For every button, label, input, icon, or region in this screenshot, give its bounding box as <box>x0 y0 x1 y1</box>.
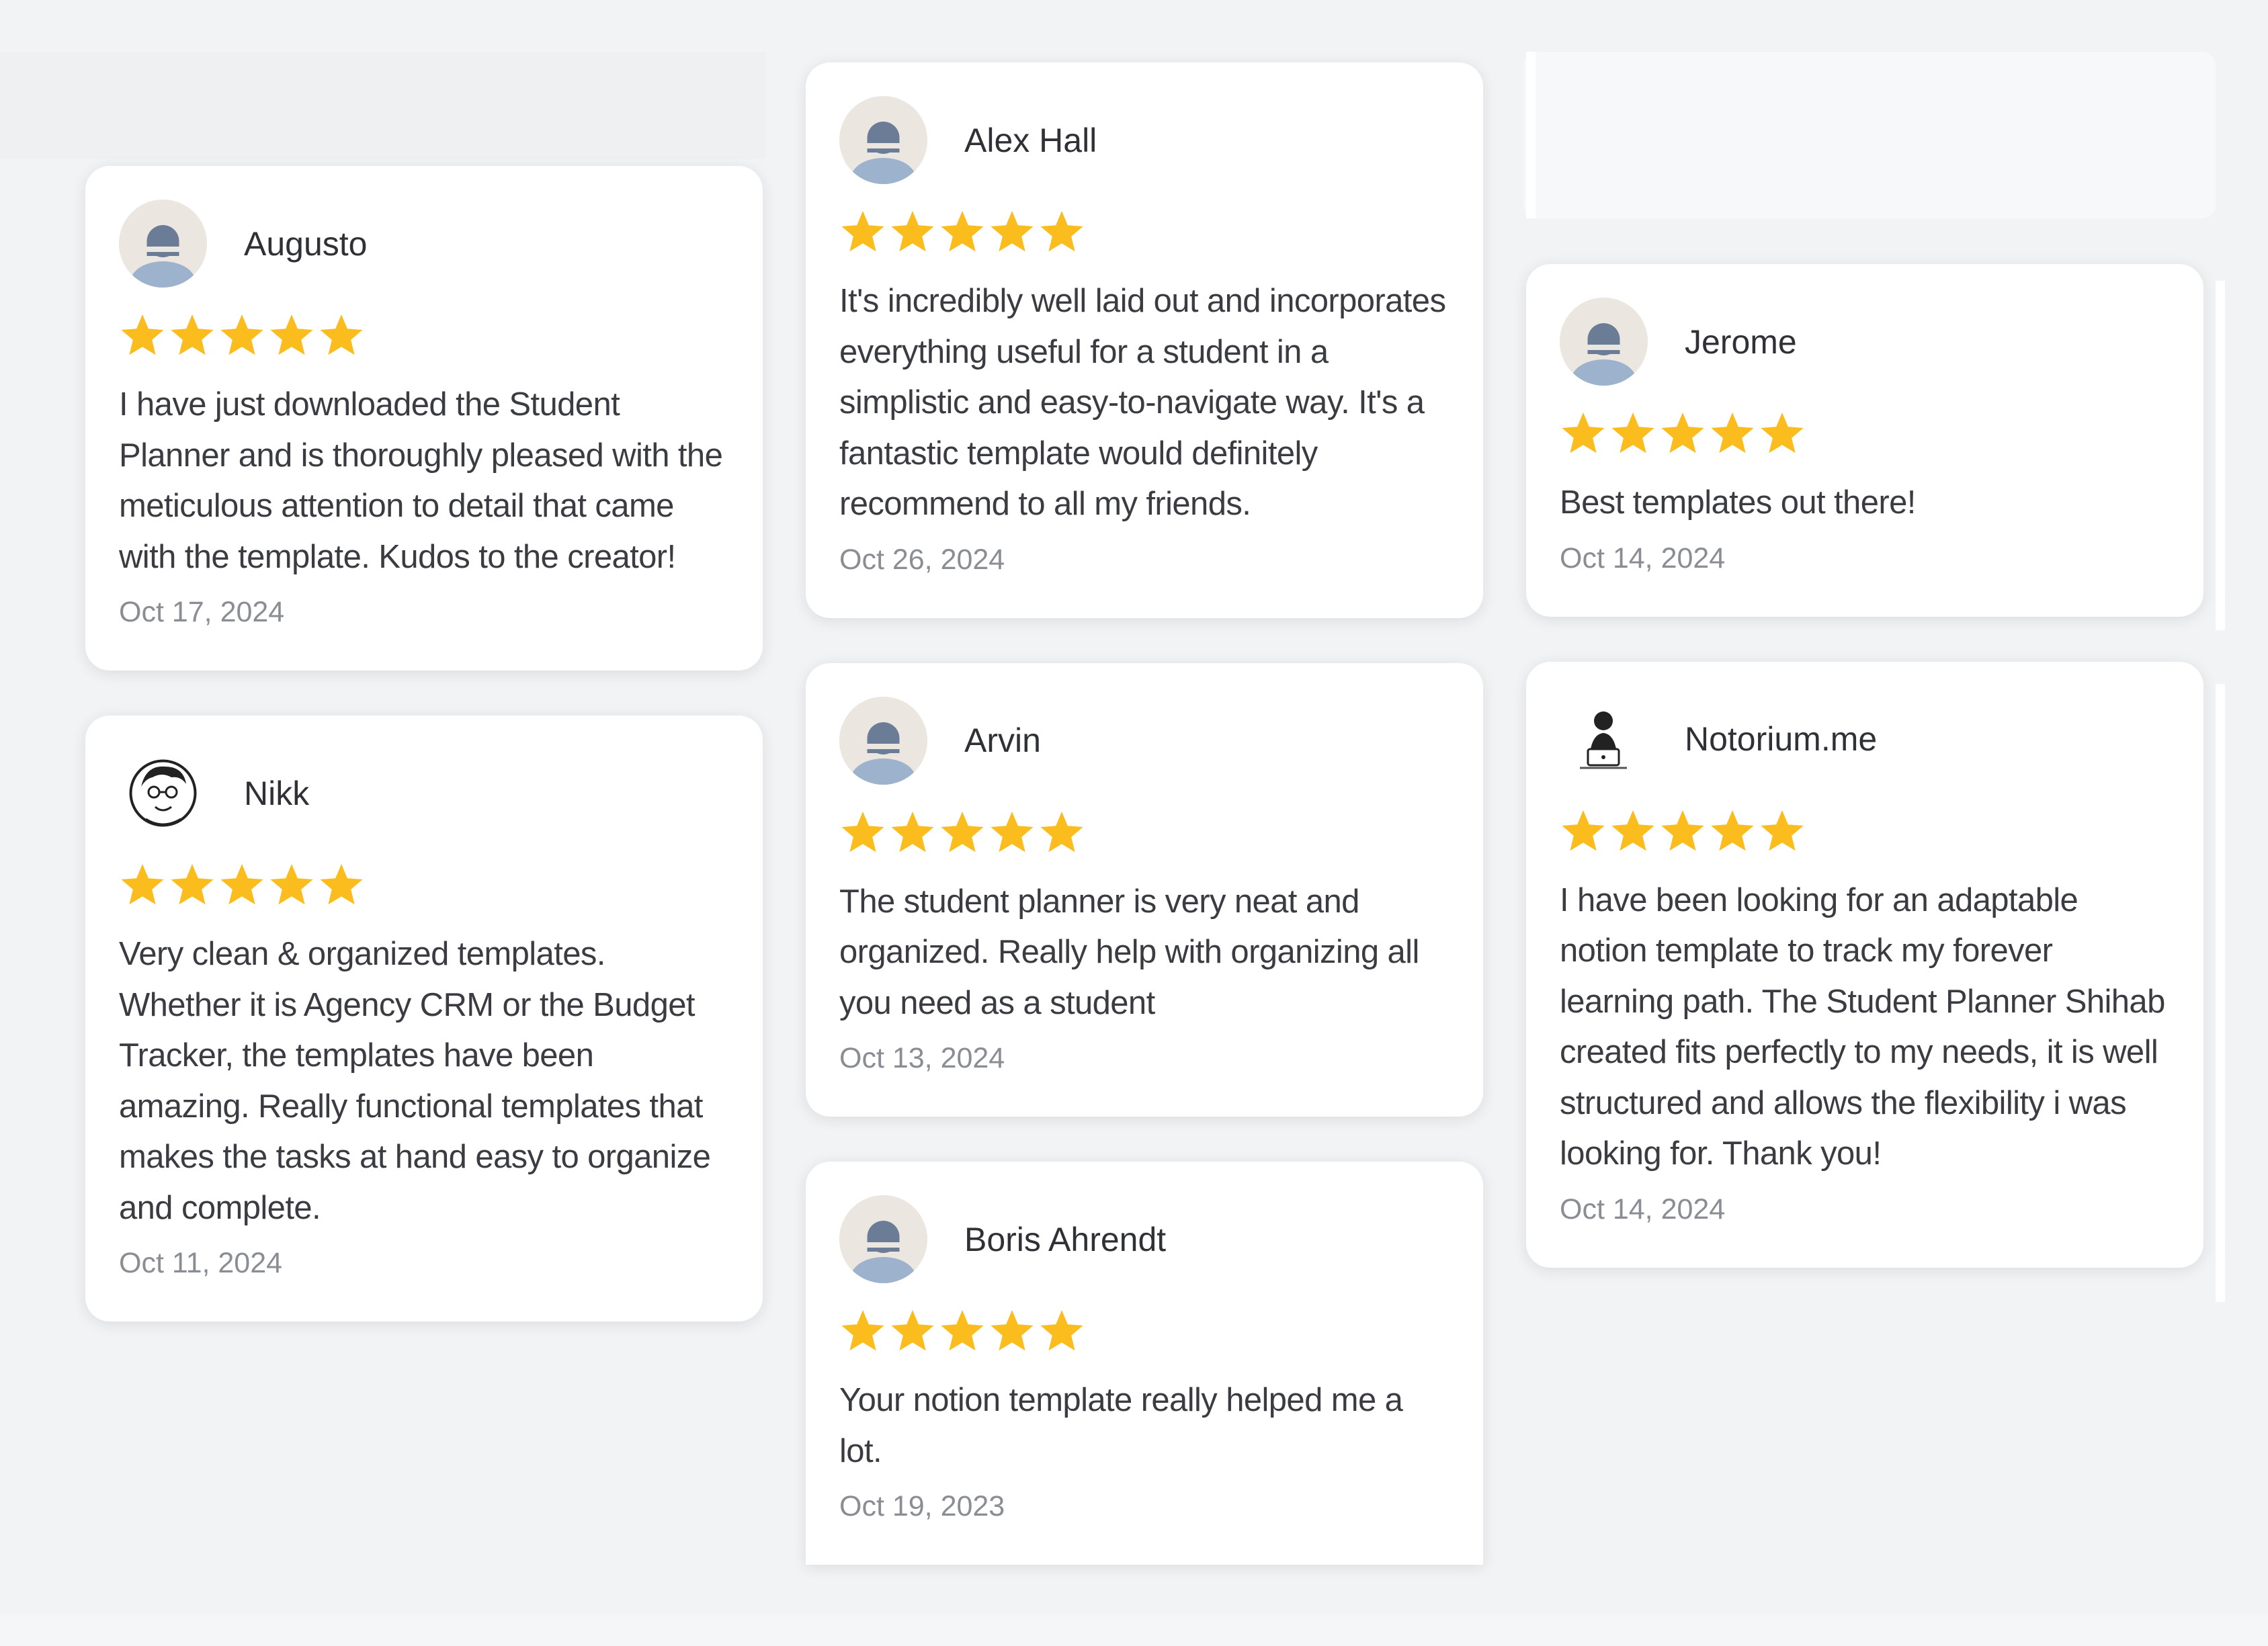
star-icon <box>1711 810 1754 851</box>
star-icon <box>171 864 214 905</box>
star-icon <box>1761 810 1804 851</box>
review-text: The student planner is very neat and org… <box>839 883 1419 1021</box>
review-date: Oct 14, 2024 <box>1560 1193 1726 1225</box>
star-rating <box>119 861 729 910</box>
reviewer-name: Augusto <box>244 224 368 263</box>
star-icon <box>320 314 363 355</box>
review-card: Augusto I have just downloaded the Stude… <box>85 166 763 670</box>
star-icon <box>991 211 1034 252</box>
testimonials-wall: Augusto I have just downloaded the Stude… <box>0 0 2268 1646</box>
star-icon <box>220 864 263 905</box>
star-icon <box>1761 413 1804 453</box>
star-icon <box>991 1310 1034 1351</box>
star-icon <box>270 314 313 355</box>
star-icon <box>1562 810 1605 851</box>
default-avatar-icon <box>839 1195 927 1283</box>
review-card: Notorium.me I have been looking for an a… <box>1526 661 2203 1268</box>
star-icon <box>841 1310 884 1351</box>
star-icon <box>320 864 363 905</box>
review-text: I have been looking for an adaptable not… <box>1560 881 2165 1172</box>
review-card: Alex Hall It's incredibly well laid out … <box>806 62 1483 618</box>
star-icon <box>941 1310 984 1351</box>
reviewer-name: Boris Ahrendt <box>964 1220 1167 1258</box>
reviewer-name: Jerome <box>1685 322 1797 361</box>
review-card: Jerome Best templates out there! Oct 14,… <box>1526 264 2203 617</box>
review-text: Your notion template really helped me a … <box>839 1382 1403 1469</box>
cartoon-face-avatar-icon <box>119 749 207 837</box>
star-icon <box>891 211 934 252</box>
star-icon <box>1661 413 1704 453</box>
star-icon <box>171 314 214 355</box>
star-icon <box>1562 413 1605 453</box>
star-icon <box>1711 413 1754 453</box>
review-date: Oct 11, 2024 <box>119 1247 283 1279</box>
star-rating <box>839 1307 1450 1356</box>
star-icon <box>841 211 884 252</box>
star-icon <box>941 811 984 852</box>
star-icon <box>1661 810 1704 851</box>
star-icon <box>1611 810 1654 851</box>
star-rating <box>1560 807 2170 857</box>
review-text: I have just downloaded the Student Plann… <box>119 386 723 575</box>
star-rating <box>1560 409 2170 459</box>
reviewer-name: Nikk <box>244 774 310 812</box>
star-icon <box>270 864 313 905</box>
review-text: It's incredibly well laid out and incorp… <box>839 283 1446 522</box>
star-rating <box>839 808 1450 858</box>
default-avatar-icon <box>839 96 927 184</box>
star-icon <box>1040 211 1083 252</box>
review-date: Oct 26, 2024 <box>839 543 1005 576</box>
card-edge-highlight <box>2216 281 2225 630</box>
reviewer-name: Notorium.me <box>1685 720 1878 758</box>
star-icon <box>1611 413 1654 453</box>
review-date: Oct 19, 2023 <box>839 1490 1005 1522</box>
reviewer-name: Arvin <box>964 722 1041 759</box>
default-avatar-icon <box>839 696 927 785</box>
star-icon <box>121 314 164 355</box>
star-icon <box>220 314 263 355</box>
star-icon <box>121 864 164 905</box>
default-avatar-icon <box>119 200 207 288</box>
star-icon <box>941 211 984 252</box>
star-icon <box>841 811 884 852</box>
star-icon <box>1040 811 1083 852</box>
reviews-column-1: Augusto I have just downloaded the Stude… <box>85 0 763 1646</box>
star-rating <box>839 208 1450 257</box>
star-icon <box>891 811 934 852</box>
review-text: Very clean & organized templates. Whethe… <box>119 936 711 1226</box>
review-date: Oct 14, 2024 <box>1560 542 1726 574</box>
star-rating <box>119 311 729 361</box>
reviews-column-2: Alex Hall It's incredibly well laid out … <box>806 0 1483 1646</box>
review-card: Boris Ahrendt Your notion template reall… <box>806 1162 1483 1565</box>
reviews-column-3: Jerome Best templates out there! Oct 14,… <box>1526 0 2203 1646</box>
review-card: Nikk Very clean & organized templates. W… <box>85 716 763 1322</box>
review-date: Oct 13, 2024 <box>839 1042 1005 1074</box>
card-edge-highlight <box>2216 684 2225 1302</box>
bottom-fade <box>0 1615 2268 1646</box>
default-avatar-icon <box>1560 298 1648 386</box>
star-icon <box>891 1310 934 1351</box>
review-text: Best templates out there! <box>1560 484 1916 521</box>
star-icon <box>1040 1310 1083 1351</box>
reviewer-name: Alex Hall <box>964 121 1097 159</box>
review-card: Arvin The student planner is very neat a… <box>806 662 1483 1117</box>
person-at-laptop-avatar-icon <box>1560 695 1648 783</box>
review-date: Oct 17, 2024 <box>119 596 285 628</box>
star-icon <box>991 811 1034 852</box>
